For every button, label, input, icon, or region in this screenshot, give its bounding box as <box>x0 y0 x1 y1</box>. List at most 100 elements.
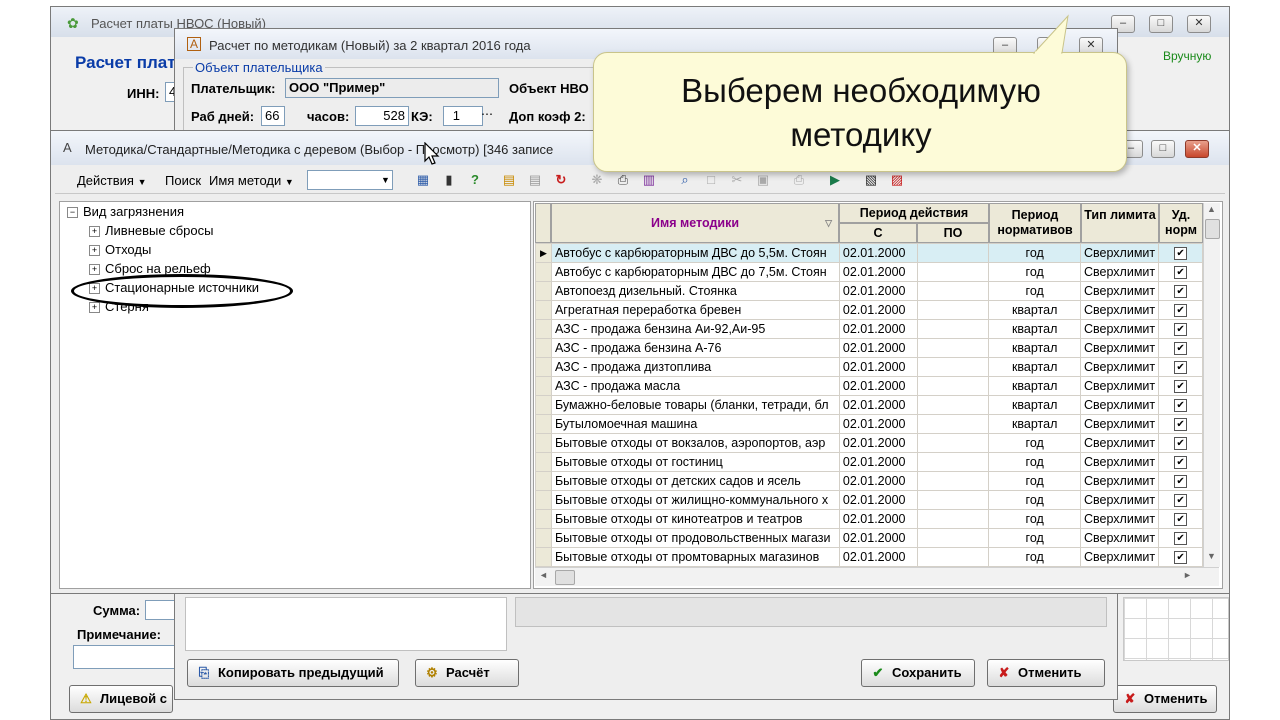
cell-date-from: 02.01.2000 <box>838 433 918 453</box>
calc-save-button[interactable]: ✔ Сохранить <box>861 659 975 687</box>
table-row[interactable]: Агрегатная переработка бревен 02.01.2000 к… <box>535 300 1203 320</box>
checkbox[interactable]: ✔ <box>1174 265 1188 279</box>
table-row[interactable]: Бытовые отходы от гостиниц 02.01.2000 год С… <box>535 452 1203 472</box>
vertical-scroll-thumb[interactable] <box>1205 219 1220 239</box>
scroll-right-icon[interactable]: ► <box>1183 570 1192 580</box>
cell-date-from: 02.01.2000 <box>838 319 918 339</box>
ke-field[interactable]: 1 <box>443 106 483 126</box>
table-row[interactable]: Бытовые отходы от вокзалов, аэропортов, … <box>535 433 1203 453</box>
tree-item-stormwater[interactable]: + Ливневые сбросы <box>89 223 213 238</box>
cell-date-to <box>916 528 990 548</box>
scroll-down-icon[interactable]: ▼ <box>1207 551 1216 561</box>
import-icon[interactable]: ▨ <box>887 170 907 190</box>
print-preview-icon[interactable]: ⎙ <box>789 170 809 190</box>
calculate-button[interactable]: ⚙ Расчёт <box>415 659 519 687</box>
paste-icon[interactable]: ▣ <box>753 170 773 190</box>
method-maximize-button[interactable]: □ <box>1151 140 1175 158</box>
grid-icon[interactable]: ▦ <box>413 170 433 190</box>
sum-field[interactable] <box>145 600 175 620</box>
table-row[interactable]: ▶ Автобус с карбюраторным ДВС до 5,5м. Ст… <box>535 243 1203 263</box>
tree-root[interactable]: − Вид загрязнения <box>67 204 184 219</box>
vertical-scrollbar[interactable]: ▲ ▼ <box>1203 203 1220 567</box>
checkbox[interactable]: ✔ <box>1174 398 1188 412</box>
filter-icon[interactable]: ▤ <box>525 170 545 190</box>
checkbox[interactable]: ✔ <box>1174 550 1188 564</box>
chart-icon[interactable]: ▮ <box>439 170 459 190</box>
checkbox[interactable]: ✔ <box>1174 322 1188 336</box>
table-row[interactable]: АЗС - продажа дизтоплива 02.01.2000 кварта… <box>535 357 1203 377</box>
actions-menu[interactable]: Действия ▼ <box>77 173 147 188</box>
new-record-icon[interactable]: □ <box>701 170 721 190</box>
scroll-up-icon[interactable]: ▲ <box>1207 204 1216 214</box>
col-header-from[interactable]: С <box>839 223 917 243</box>
checkbox[interactable]: ✔ <box>1174 379 1188 393</box>
table-row[interactable]: Бытовые отходы от детских садов и ясель 0… <box>535 471 1203 491</box>
main-maximize-button[interactable]: □ <box>1149 15 1173 33</box>
col-header-norm-period[interactable]: Период нормативов <box>989 203 1081 243</box>
account-button[interactable]: ⚠ Лицевой с <box>69 685 173 713</box>
cut-icon[interactable]: ✂ <box>727 170 747 190</box>
scroll-left-icon[interactable]: ◄ <box>539 570 548 580</box>
table-row[interactable]: Бытовые отходы от продовольственных мага… <box>535 528 1203 548</box>
horizontal-scrollbar[interactable]: ◄ ► <box>535 567 1219 586</box>
checkbox[interactable]: ✔ <box>1174 436 1188 450</box>
table-row[interactable]: Бытовые отходы от жилищно-коммунального … <box>535 490 1203 510</box>
tree-icon[interactable]: ❋ <box>587 170 607 190</box>
col-header-name[interactable]: Имя методики ▽ <box>551 203 839 243</box>
search-dropdown-arrow[interactable]: ▼ <box>381 175 390 185</box>
table-row[interactable]: АЗС - продажа бензина Аи-92,Аи-95 02.01.2… <box>535 319 1203 339</box>
col-header-ud-norm[interactable]: Уд. норм <box>1159 203 1203 243</box>
horizontal-scroll-thumb[interactable] <box>555 570 575 585</box>
table-row[interactable]: Автобус с карбюраторным ДВС до 7,5м. Сто… <box>535 262 1203 282</box>
checkbox[interactable]: ✔ <box>1174 531 1188 545</box>
cell-limit-type: Сверхлимит <box>1080 338 1160 358</box>
payer-field[interactable]: ООО "Пример" <box>285 78 499 98</box>
refresh-icon[interactable]: ↻ <box>551 170 571 190</box>
col-header-to[interactable]: ПО <box>917 223 989 243</box>
copy-previous-button[interactable]: ⎘ Копировать предыдущий <box>187 659 399 687</box>
table-row[interactable]: АЗС - продажа масла 02.01.2000 квартал Свер… <box>535 376 1203 396</box>
expand-icon: + <box>89 245 100 257</box>
method-close-button[interactable]: ✕ <box>1185 140 1209 158</box>
search-field-selector[interactable]: Имя методи ▼ <box>209 173 294 188</box>
checkbox[interactable]: ✔ <box>1174 493 1188 507</box>
tree-item-waste[interactable]: + Отходы <box>89 242 151 257</box>
workdays-field[interactable]: 66 <box>261 106 285 126</box>
checkbox[interactable]: ✔ <box>1174 341 1188 355</box>
cell-norm-period: квартал <box>988 414 1082 434</box>
checkbox[interactable]: ✔ <box>1174 417 1188 431</box>
main-close-button[interactable]: ✕ <box>1187 15 1211 33</box>
table-row[interactable]: Бутыломоечная машина 02.01.2000 квартал Све… <box>535 414 1203 434</box>
table-row[interactable]: АЗС - продажа бензина А-76 02.01.2000 квар… <box>535 338 1203 358</box>
find-icon[interactable]: ⌕ <box>675 170 695 190</box>
calc-cancel-button[interactable]: ✘ Отменить <box>987 659 1105 687</box>
cell-ud-checkbox: ✔ <box>1158 319 1203 339</box>
attach-icon[interactable]: ▧ <box>861 170 881 190</box>
cell-limit-type: Сверхлимит <box>1080 452 1160 472</box>
method-window-title: Методика/Стандартные/Методика с деревом … <box>85 142 554 157</box>
cell-date-from: 02.01.2000 <box>838 395 918 415</box>
gear-icon: ⚙ <box>426 665 438 680</box>
ke-ellipsis-button[interactable]: ⋯ <box>481 107 493 121</box>
folder-icon[interactable]: ▤ <box>499 170 519 190</box>
print-icon[interactable]: ⎙ <box>613 170 633 190</box>
books-icon[interactable]: ▥ <box>639 170 659 190</box>
checkbox[interactable]: ✔ <box>1174 246 1188 260</box>
export-icon[interactable]: ▶ <box>825 170 845 190</box>
checkbox[interactable]: ✔ <box>1174 474 1188 488</box>
checkbox[interactable]: ✔ <box>1174 360 1188 374</box>
checkbox[interactable]: ✔ <box>1174 303 1188 317</box>
checkbox[interactable]: ✔ <box>1174 512 1188 526</box>
help-icon[interactable]: ? <box>465 170 485 190</box>
table-row[interactable]: Автопоезд дизельный. Стоянка 02.01.2000 го… <box>535 281 1203 301</box>
hours-field[interactable]: 528 <box>355 106 409 126</box>
table-row[interactable]: Бытовые отходы от промтоварных магазинов… <box>535 547 1203 567</box>
col-header-limit-type[interactable]: Тип лимита <box>1081 203 1159 243</box>
note-field[interactable] <box>73 645 179 669</box>
main-cancel-button[interactable]: ✘ Отменить <box>1113 685 1217 713</box>
checkbox[interactable]: ✔ <box>1174 284 1188 298</box>
table-row[interactable]: Бумажно-беловые товары (бланки, тетради,… <box>535 395 1203 415</box>
table-row[interactable]: Бытовые отходы от кинотеатров и театров 0… <box>535 509 1203 529</box>
cell-norm-period: год <box>988 262 1082 282</box>
checkbox[interactable]: ✔ <box>1174 455 1188 469</box>
